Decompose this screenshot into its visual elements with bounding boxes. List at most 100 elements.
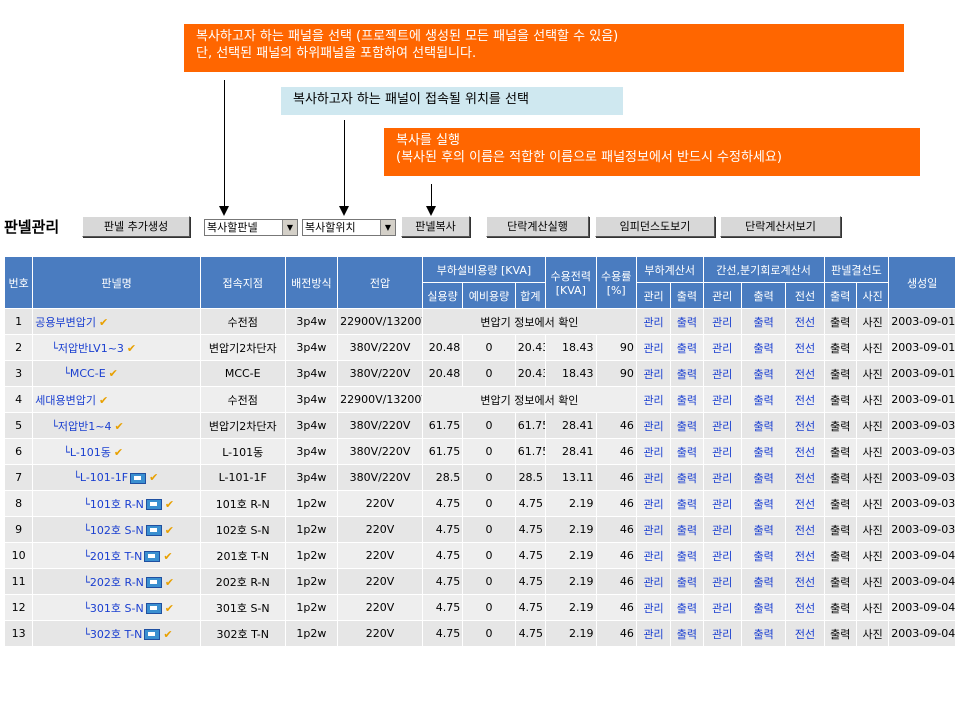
panel-wiring-print[interactable]: 출력 — [823, 594, 857, 621]
checkmark-icon[interactable]: ✔ — [165, 602, 174, 615]
branch-calc-print-link[interactable]: 출력 — [740, 386, 787, 413]
load-calc-manage-link[interactable]: 관리 — [635, 542, 672, 569]
panel-wiring-photo[interactable]: 사진 — [855, 620, 890, 647]
load-calc-print-link[interactable]: 출력 — [670, 438, 704, 465]
panel-wiring-print[interactable]: 출력 — [823, 490, 857, 517]
panel-name-link[interactable]: 공용부변압기 — [35, 316, 96, 329]
checkmark-icon[interactable]: ✔ — [99, 316, 108, 329]
panel-name-link[interactable]: └L-101-1F — [35, 471, 128, 484]
panel-name-link[interactable]: └101호 R-N — [35, 498, 144, 511]
load-calc-print-link[interactable]: 출력 — [670, 594, 704, 621]
checkmark-icon[interactable]: ✔ — [163, 550, 172, 563]
panel-name-link[interactable]: └301호 S-N — [35, 602, 143, 615]
panel-wiring-print[interactable]: 출력 — [823, 620, 857, 647]
branch-calc-wire-link[interactable]: 전선 — [785, 516, 825, 543]
panel-name-link[interactable]: └MCC-E — [35, 367, 105, 380]
branch-calc-print-link[interactable]: 출력 — [740, 620, 787, 647]
branch-calc-print-link[interactable]: 출력 — [740, 568, 787, 595]
checkmark-icon[interactable]: ✔ — [99, 394, 108, 407]
panel-name-link[interactable]: 세대용변압기 — [35, 394, 96, 407]
checkmark-icon[interactable]: ✔ — [165, 576, 174, 589]
load-calc-manage-link[interactable]: 관리 — [635, 412, 672, 439]
load-calc-print-link[interactable]: 출력 — [670, 360, 704, 387]
checkmark-icon[interactable]: ✔ — [149, 471, 158, 484]
checkmark-icon[interactable]: ✔ — [163, 628, 172, 641]
branch-calc-manage-link[interactable]: 관리 — [702, 308, 742, 335]
load-calc-manage-link[interactable]: 관리 — [635, 620, 672, 647]
branch-calc-print-link[interactable]: 출력 — [740, 516, 787, 543]
panel-wiring-print[interactable]: 출력 — [823, 334, 857, 361]
panel-name-link[interactable]: └202호 R-N — [35, 576, 144, 589]
load-calc-print-link[interactable]: 출력 — [670, 308, 704, 335]
branch-calc-manage-link[interactable]: 관리 — [702, 334, 742, 361]
panel-name-link[interactable]: └201호 T-N — [35, 550, 142, 563]
panel-wiring-photo[interactable]: 사진 — [855, 386, 890, 413]
branch-calc-manage-link[interactable]: 관리 — [702, 360, 742, 387]
branch-calc-manage-link[interactable]: 관리 — [702, 464, 742, 491]
panel-wiring-photo[interactable]: 사진 — [855, 438, 890, 465]
branch-calc-print-link[interactable]: 출력 — [740, 542, 787, 569]
panel-wiring-photo[interactable]: 사진 — [855, 594, 890, 621]
branch-calc-manage-link[interactable]: 관리 — [702, 542, 742, 569]
panel-wiring-photo[interactable]: 사진 — [855, 334, 890, 361]
load-calc-print-link[interactable]: 출력 — [670, 464, 704, 491]
panel-wiring-print[interactable]: 출력 — [823, 438, 857, 465]
panel-table-viewport[interactable]: 번호 판넬명 접속지점 배전방식 전압 부하설비용량 [KVA] 수용전력 [K… — [0, 0, 959, 652]
branch-calc-manage-link[interactable]: 관리 — [702, 438, 742, 465]
panel-wiring-photo[interactable]: 사진 — [855, 516, 890, 543]
branch-calc-wire-link[interactable]: 전선 — [785, 438, 825, 465]
load-calc-manage-link[interactable]: 관리 — [635, 386, 672, 413]
checkmark-icon[interactable]: ✔ — [165, 524, 174, 537]
branch-calc-print-link[interactable]: 출력 — [740, 464, 787, 491]
branch-calc-manage-link[interactable]: 관리 — [702, 386, 742, 413]
load-calc-print-link[interactable]: 출력 — [670, 386, 704, 413]
branch-calc-manage-link[interactable]: 관리 — [702, 620, 742, 647]
branch-calc-wire-link[interactable]: 전선 — [785, 334, 825, 361]
panel-wiring-print[interactable]: 출력 — [823, 516, 857, 543]
panel-wiring-print[interactable]: 출력 — [823, 360, 857, 387]
panel-wiring-photo[interactable]: 사진 — [855, 464, 890, 491]
branch-calc-wire-link[interactable]: 전선 — [785, 620, 825, 647]
panel-wiring-print[interactable]: 출력 — [823, 542, 857, 569]
branch-calc-wire-link[interactable]: 전선 — [785, 490, 825, 517]
branch-calc-print-link[interactable]: 출력 — [740, 308, 787, 335]
load-calc-print-link[interactable]: 출력 — [670, 568, 704, 595]
load-calc-manage-link[interactable]: 관리 — [635, 438, 672, 465]
panel-wiring-print[interactable]: 출력 — [823, 568, 857, 595]
branch-calc-wire-link[interactable]: 전선 — [785, 360, 825, 387]
checkmark-icon[interactable]: ✔ — [127, 342, 136, 355]
branch-calc-print-link[interactable]: 출력 — [740, 412, 787, 439]
load-calc-manage-link[interactable]: 관리 — [635, 308, 672, 335]
branch-calc-print-link[interactable]: 출력 — [740, 594, 787, 621]
branch-calc-wire-link[interactable]: 전선 — [785, 542, 825, 569]
panel-wiring-print[interactable]: 출력 — [823, 412, 857, 439]
checkmark-icon[interactable]: ✔ — [165, 498, 174, 511]
load-calc-manage-link[interactable]: 관리 — [635, 568, 672, 595]
load-calc-manage-link[interactable]: 관리 — [635, 360, 672, 387]
branch-calc-print-link[interactable]: 출력 — [740, 360, 787, 387]
panel-wiring-print[interactable]: 출력 — [823, 308, 857, 335]
checkmark-icon[interactable]: ✔ — [114, 446, 123, 459]
panel-wiring-photo[interactable]: 사진 — [855, 412, 890, 439]
panel-wiring-print[interactable]: 출력 — [823, 464, 857, 491]
branch-calc-manage-link[interactable]: 관리 — [702, 412, 742, 439]
branch-calc-wire-link[interactable]: 전선 — [785, 386, 825, 413]
branch-calc-print-link[interactable]: 출력 — [740, 438, 787, 465]
branch-calc-wire-link[interactable]: 전선 — [785, 412, 825, 439]
branch-calc-wire-link[interactable]: 전선 — [785, 568, 825, 595]
panel-wiring-print[interactable]: 출력 — [823, 386, 857, 413]
load-calc-print-link[interactable]: 출력 — [670, 620, 704, 647]
branch-calc-print-link[interactable]: 출력 — [740, 334, 787, 361]
branch-calc-manage-link[interactable]: 관리 — [702, 568, 742, 595]
panel-name-link[interactable]: └저압반1~4 — [35, 420, 111, 433]
panel-name-link[interactable]: └저압반LV1~3 — [35, 342, 124, 355]
load-calc-print-link[interactable]: 출력 — [670, 542, 704, 569]
panel-wiring-photo[interactable]: 사진 — [855, 490, 890, 517]
panel-name-link[interactable]: └102호 S-N — [35, 524, 143, 537]
checkmark-icon[interactable]: ✔ — [114, 420, 123, 433]
load-calc-manage-link[interactable]: 관리 — [635, 594, 672, 621]
branch-calc-manage-link[interactable]: 관리 — [702, 516, 742, 543]
checkmark-icon[interactable]: ✔ — [109, 367, 118, 380]
panel-wiring-photo[interactable]: 사진 — [855, 568, 890, 595]
load-calc-print-link[interactable]: 출력 — [670, 516, 704, 543]
